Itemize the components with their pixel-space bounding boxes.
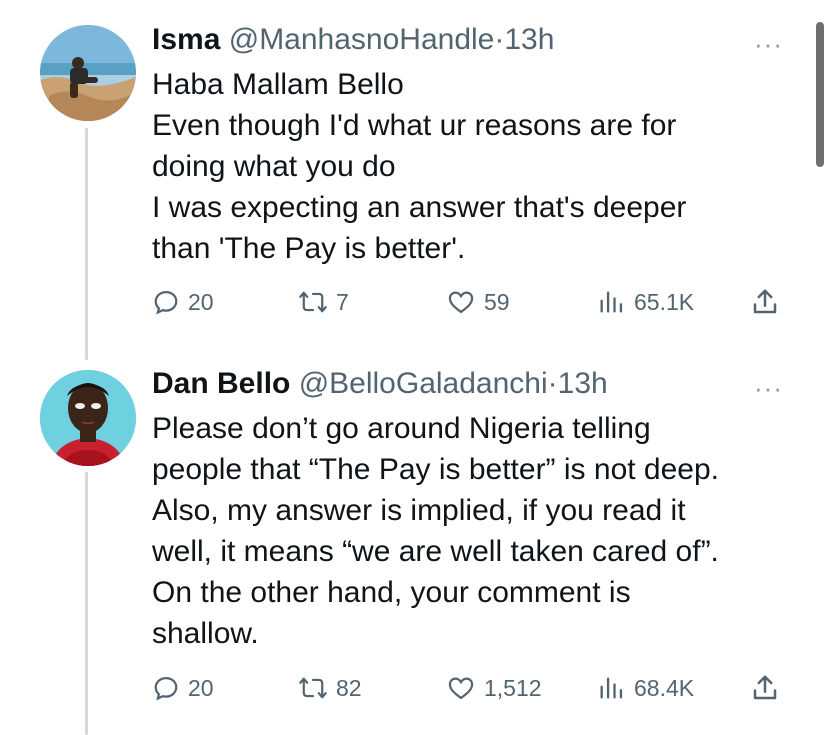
share-button[interactable] <box>750 668 780 708</box>
timestamp[interactable]: 13h <box>558 367 608 400</box>
more-icon[interactable]: ··· <box>754 375 783 401</box>
tweet-actions: 20 82 1,512 68.4K <box>150 668 790 708</box>
tweet-line: I was expecting an answer that's deeper <box>152 191 687 224</box>
author-name[interactable]: Dan Bello <box>152 367 290 400</box>
reply-button[interactable]: 20 <box>152 668 214 708</box>
retweet-icon <box>299 291 327 313</box>
tweet-line: doing what you do <box>152 150 396 183</box>
like-icon <box>448 677 474 700</box>
separator-dot: · <box>547 367 558 400</box>
tweet-line: Please don’t go around Nigeria telling <box>152 412 651 445</box>
tweet-header: Dan Bello @BelloGaladanchi·13h <box>152 366 608 402</box>
scrollbar[interactable] <box>811 0 829 735</box>
tweet-line: Even though I'd what ur reasons are for <box>152 109 677 142</box>
tweet-text: Haba Mallam Bello Even though I'd what u… <box>152 64 792 269</box>
views-count: 68.4K <box>634 674 695 701</box>
like-button[interactable]: 1,512 <box>446 668 542 708</box>
like-icon <box>448 291 474 314</box>
tweet-line: Haba Mallam Bello <box>152 68 404 101</box>
timestamp[interactable]: 13h <box>504 23 554 56</box>
retweet-button[interactable]: 7 <box>298 282 349 322</box>
author-handle[interactable]: @ManhasnoHandle <box>229 23 495 56</box>
tweet-line: well, it means “we are well taken cared … <box>152 535 719 568</box>
share-icon <box>753 675 777 700</box>
reply-icon <box>154 290 178 315</box>
tweet-header: Isma @ManhasnoHandle·13h <box>152 22 554 58</box>
avatar[interactable] <box>40 370 136 466</box>
retweet-icon <box>299 677 327 699</box>
thread-line-bottom <box>85 472 88 735</box>
tweet-line: Also, my answer is implied, if you read … <box>152 494 686 527</box>
retweet-button[interactable]: 82 <box>298 668 362 708</box>
more-icon[interactable]: ··· <box>754 31 783 57</box>
tweet-line: people that “The Pay is better” is not d… <box>152 453 719 486</box>
author-handle[interactable]: @BelloGaladanchi <box>299 367 548 400</box>
scrollbar-thumb[interactable] <box>816 22 824 167</box>
views-icon <box>600 291 623 313</box>
views-button[interactable]: 68.4K <box>596 668 694 708</box>
author-name[interactable]: Isma <box>152 23 220 56</box>
avatar[interactable] <box>40 25 136 121</box>
views-button[interactable]: 65.1K <box>596 282 694 322</box>
share-button[interactable] <box>750 282 780 322</box>
tweet-line: On the other hand, your comment is <box>152 576 631 609</box>
reply-count: 20 <box>188 288 214 315</box>
thread-line-top <box>85 128 88 360</box>
like-count: 1,512 <box>484 674 542 701</box>
tweet-line: than 'The Pay is better'. <box>152 232 466 265</box>
like-count: 59 <box>484 288 510 315</box>
tweet-line: shallow. <box>152 617 259 650</box>
reply-count: 20 <box>188 674 214 701</box>
retweet-count: 7 <box>336 288 349 315</box>
views-count: 65.1K <box>634 288 695 315</box>
retweet-count: 82 <box>336 674 362 701</box>
views-icon <box>600 677 623 699</box>
reply-icon <box>154 676 178 701</box>
tweet-text: Please don’t go around Nigeria telling p… <box>152 408 792 654</box>
separator-dot: · <box>494 23 505 56</box>
like-button[interactable]: 59 <box>446 282 510 322</box>
reply-button[interactable]: 20 <box>152 282 214 322</box>
share-icon <box>753 289 777 314</box>
tweet-actions: 20 7 59 65.1K <box>150 282 790 322</box>
